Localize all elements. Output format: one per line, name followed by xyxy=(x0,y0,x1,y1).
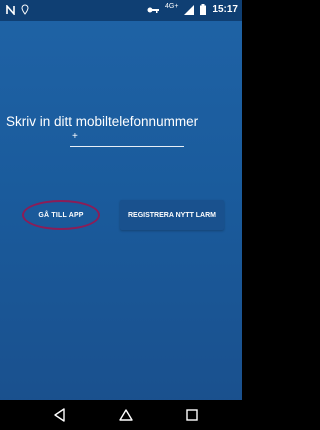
register-new-alarm-button[interactable]: REGISTRERA NYTT LARM xyxy=(120,200,224,230)
app-screen: 4G+ 15:17 Skriv in ditt mobiltelefonnumm… xyxy=(0,0,242,430)
n-icon xyxy=(6,4,15,15)
status-right: 4G+ 15:17 xyxy=(147,3,238,15)
signal-icon xyxy=(184,4,195,15)
recent-apps-icon[interactable] xyxy=(184,407,200,423)
location-pin-icon xyxy=(21,4,29,15)
home-icon[interactable] xyxy=(118,407,134,423)
back-icon[interactable] xyxy=(52,407,68,423)
status-bar: 4G+ 15:17 xyxy=(0,0,242,21)
clock: 15:17 xyxy=(212,4,238,15)
navigation-bar xyxy=(0,400,242,430)
key-icon xyxy=(147,6,159,14)
sim-label: 4G+ xyxy=(164,3,179,10)
go-to-app-button[interactable]: GÅ TILL APP xyxy=(22,200,100,230)
phone-number-input[interactable] xyxy=(70,127,184,147)
status-left xyxy=(6,4,29,15)
battery-icon xyxy=(200,4,207,15)
